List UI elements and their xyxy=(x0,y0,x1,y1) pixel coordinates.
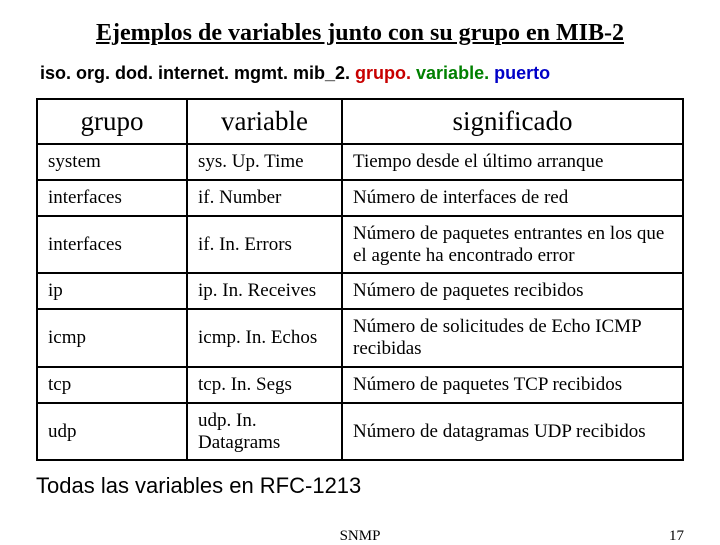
cell-significado: Número de interfaces de red xyxy=(342,180,683,216)
table-header-row: grupo variable significado xyxy=(37,99,683,144)
table-row: system sys. Up. Time Tiempo desde el últ… xyxy=(37,144,683,180)
slide: Ejemplos de variables junto con su grupo… xyxy=(0,0,720,540)
cell-grupo: interfaces xyxy=(37,180,187,216)
cell-variable: ip. In. Receives xyxy=(187,273,342,309)
cell-significado: Número de paquetes recibidos xyxy=(342,273,683,309)
table-row: interfaces if. In. Errors Número de paqu… xyxy=(37,216,683,274)
cell-significado: Número de paquetes TCP recibidos xyxy=(342,367,683,403)
slide-title: Ejemplos de variables junto con su grupo… xyxy=(36,20,684,47)
variables-table: grupo variable significado system sys. U… xyxy=(36,98,684,461)
cell-variable: if. Number xyxy=(187,180,342,216)
footer-label: SNMP xyxy=(0,528,720,545)
table-row: interfaces if. Number Número de interfac… xyxy=(37,180,683,216)
col-header-significado: significado xyxy=(342,99,683,144)
cell-variable: tcp. In. Segs xyxy=(187,367,342,403)
cell-variable: udp. In. Datagrams xyxy=(187,403,342,461)
col-header-grupo: grupo xyxy=(37,99,187,144)
cell-significado: Número de datagramas UDP recibidos xyxy=(342,403,683,461)
cell-variable: sys. Up. Time xyxy=(187,144,342,180)
footer-note: Todas las variables en RFC-1213 xyxy=(36,473,684,499)
page-number: 17 xyxy=(669,528,684,545)
col-header-variable: variable xyxy=(187,99,342,144)
cell-grupo: icmp xyxy=(37,309,187,367)
cell-variable: icmp. In. Echos xyxy=(187,309,342,367)
cell-grupo: udp xyxy=(37,403,187,461)
oid-grupo: grupo. xyxy=(350,63,411,83)
oid-puerto: puerto xyxy=(489,63,550,83)
table-row: tcp tcp. In. Segs Número de paquetes TCP… xyxy=(37,367,683,403)
cell-grupo: ip xyxy=(37,273,187,309)
oid-prefix: iso. org. dod. internet. mgmt. mib_2. xyxy=(40,63,350,83)
cell-significado: Número de solicitudes de Echo ICMP recib… xyxy=(342,309,683,367)
cell-significado: Número de paquetes entrantes en los que … xyxy=(342,216,683,274)
cell-significado: Tiempo desde el último arranque xyxy=(342,144,683,180)
table-row: udp udp. In. Datagrams Número de datagra… xyxy=(37,403,683,461)
cell-grupo: interfaces xyxy=(37,216,187,274)
oid-variable: variable. xyxy=(411,63,489,83)
table-row: ip ip. In. Receives Número de paquetes r… xyxy=(37,273,683,309)
cell-grupo: system xyxy=(37,144,187,180)
cell-variable: if. In. Errors xyxy=(187,216,342,274)
table-row: icmp icmp. In. Echos Número de solicitud… xyxy=(37,309,683,367)
cell-grupo: tcp xyxy=(37,367,187,403)
oid-path: iso. org. dod. internet. mgmt. mib_2. gr… xyxy=(40,63,684,84)
